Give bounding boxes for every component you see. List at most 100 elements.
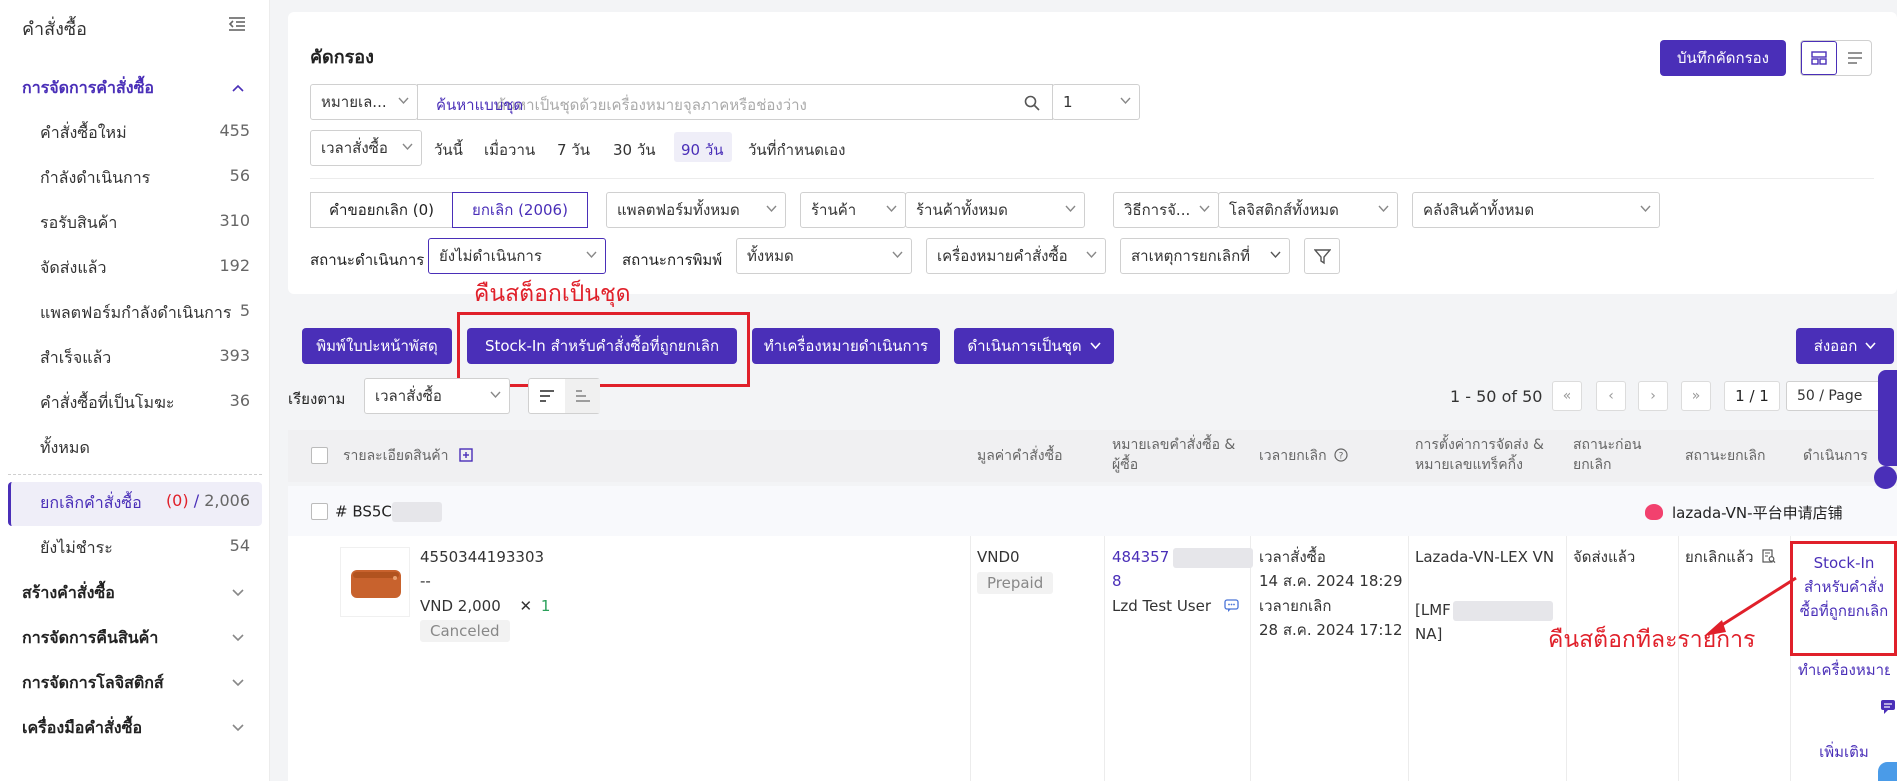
mark-processed-button[interactable]: ทำเครื่องหมายดำเนินการ xyxy=(752,328,940,364)
assistant-icon[interactable] xyxy=(1878,762,1897,781)
time-type-select[interactable]: เวลาสั่งซื้อ xyxy=(310,130,422,166)
order-mark-select[interactable]: เครื่องหมายคำสั่งซื้อ xyxy=(926,238,1106,274)
buyer-name: Lzd Test User xyxy=(1112,594,1239,618)
time-option-7-days[interactable]: 7 วัน xyxy=(557,138,590,162)
sidebar-section-order-tools[interactable]: เครื่องมือคำสั่งซื้อ xyxy=(22,716,142,741)
sidebar-item-shipped[interactable]: จัดส่งแล้ว 192 xyxy=(40,256,250,281)
sidebar-item-label: ยังไม่ชำระ xyxy=(40,538,113,557)
sidebar-item-completed[interactable]: สำเร็จแล้ว 393 xyxy=(40,346,250,371)
sidebar-item-cancel-orders[interactable]: ยกเลิกคำสั่งซื้อ (0) / 2,006 xyxy=(40,491,250,516)
prev-page-button[interactable]: ‹ xyxy=(1596,381,1626,411)
sidebar-item-processing[interactable]: กำลังดำเนินการ 56 xyxy=(40,166,250,191)
sidebar-item-count: 393 xyxy=(219,346,250,365)
sidebar-item-count: 192 xyxy=(219,256,250,275)
help-icon[interactable]: ? xyxy=(1334,448,1348,462)
sidebar-item-platform-processing[interactable]: แพลตฟอร์มกำลังดำเนินการ 5 xyxy=(40,301,250,326)
order-number-suffix[interactable]: 8 xyxy=(1112,569,1122,593)
sidebar-item-label: ยกเลิกคำสั่งซื้อ xyxy=(40,493,142,512)
sidebar-item-all[interactable]: ทั้งหมด xyxy=(40,436,250,461)
expand-plus-icon[interactable] xyxy=(459,448,473,462)
time-option-30-days[interactable]: 30 วัน xyxy=(613,138,656,162)
chevron-up-icon[interactable] xyxy=(232,84,244,92)
batch-search-link[interactable]: ค้นหาแบบชุด xyxy=(436,93,523,117)
order-number-link[interactable]: 484357 xyxy=(1112,545,1254,569)
page-indicator[interactable]: 1 / 1 xyxy=(1724,381,1780,411)
last-page-button[interactable]: » xyxy=(1681,381,1711,411)
export-button[interactable]: ส่งออก xyxy=(1796,328,1894,364)
sidebar-section-logistics[interactable]: การจัดการโลจิสติกส์ xyxy=(22,671,164,696)
lazada-logo-icon xyxy=(1645,504,1663,520)
view-toggle xyxy=(1800,40,1872,76)
advanced-filter-button[interactable] xyxy=(1304,238,1340,274)
chat-bubble-icon[interactable] xyxy=(1874,466,1897,489)
search-type-select[interactable]: หมายเล... xyxy=(310,84,418,120)
sidebar-item-label: คำสั่งซื้อใหม่ xyxy=(40,123,127,142)
sidebar-item-awaiting-pickup[interactable]: รอรับสินค้า 310 xyxy=(40,211,250,236)
sort-select[interactable]: เวลาสั่งซื้อ xyxy=(364,378,510,414)
sidebar-section-returns[interactable]: การจัดการคืนสินค้า xyxy=(22,626,158,651)
sidebar-section-create-order[interactable]: สร้างคำสั่งซื้อ xyxy=(22,581,115,606)
search-count-select[interactable]: 1 xyxy=(1052,84,1140,120)
sidebar-item-void-orders[interactable]: คำสั่งซื้อที่เป็นโมฆะ 36 xyxy=(40,391,250,416)
funnel-icon xyxy=(1314,249,1331,265)
chat-icon[interactable] xyxy=(1224,599,1239,613)
chevron-down-icon[interactable] xyxy=(232,634,244,642)
print-status-select[interactable]: ทั้งหมด xyxy=(736,238,912,274)
time-option-today[interactable]: วันนี้ xyxy=(434,138,463,162)
header-amount: มูลค่าคำสั่งซื้อ xyxy=(977,448,1063,464)
chevron-down-icon xyxy=(1086,251,1097,259)
platform-select[interactable]: แพลตฟอร์มทั้งหมด xyxy=(606,192,786,228)
row-stock-in-link[interactable]: Stock-In สำหรับคำสั่งซื้อที่ถูกยกเลิก xyxy=(1798,551,1890,623)
sort-descending-icon[interactable] xyxy=(539,389,555,403)
document-search-icon[interactable] xyxy=(1762,549,1776,564)
search-input[interactable]: ค้นหาเป็นชุดด้วยเครื่องหมายจุลภาคหรือช่อ… xyxy=(417,84,1053,120)
row-more-link[interactable]: เพิ่มเติม xyxy=(1798,740,1890,764)
card-view-button[interactable] xyxy=(1801,41,1837,75)
select-all-checkbox[interactable] xyxy=(311,447,328,464)
stock-in-canceled-button[interactable]: Stock-In สำหรับคำสั่งซื้อที่ถูกยกเลิก xyxy=(467,328,737,364)
tab-canceled[interactable]: ยกเลิก (2006) xyxy=(452,192,588,228)
shop-type-select[interactable]: ร้านค้า xyxy=(800,192,906,228)
cancel-reason-select[interactable]: สาเหตุการยกเลิกที่ xyxy=(1120,238,1290,274)
product-sku: 4550344193303 xyxy=(420,548,545,566)
shop-select[interactable]: ร้านค้าทั้งหมด xyxy=(905,192,1085,228)
sidebar-item-count: (0) / 2,006 xyxy=(165,491,250,510)
warehouse-select[interactable]: คลังสินค้าทั้งหมด xyxy=(1412,192,1660,228)
header-action: ดำเนินการ xyxy=(1803,448,1868,464)
chevron-down-icon[interactable] xyxy=(232,589,244,597)
sort-ascending-button[interactable] xyxy=(565,379,600,413)
save-filter-button[interactable]: บันทึกคัดกรอง xyxy=(1660,40,1786,76)
chevron-down-icon[interactable] xyxy=(232,724,244,732)
sidebar-item-unpaid[interactable]: ยังไม่ชำระ 54 xyxy=(40,536,250,561)
sidebar-section-order-management[interactable]: การจัดการคำสั่งซื้อ xyxy=(22,76,154,101)
chevron-down-icon[interactable] xyxy=(232,679,244,687)
row-mark-processed-link[interactable]: ทำเครื่องหมายดำเนินการ xyxy=(1798,658,1890,682)
tab-cancel-request[interactable]: คำขอยกเลิก (0) xyxy=(310,192,452,228)
time-option-yesterday[interactable]: เมื่อวาน xyxy=(484,138,535,162)
package-checkbox[interactable] xyxy=(311,503,328,520)
per-page-select[interactable]: 50 / Page xyxy=(1786,381,1882,411)
shipping-method-select[interactable]: วิธีการจั... xyxy=(1113,192,1219,228)
header-shipping: การตั้งค่าการจัดส่ง & หมายเลขแทร็คกิ้ง xyxy=(1415,437,1544,473)
message-icon[interactable] xyxy=(1879,697,1897,715)
card-layout-icon xyxy=(1811,51,1827,65)
sidebar-item-new-orders[interactable]: คำสั่งซื้อใหม่ 455 xyxy=(40,121,250,146)
next-page-button[interactable]: › xyxy=(1638,381,1668,411)
batch-process-button[interactable]: ดำเนินการเป็นชุด xyxy=(954,328,1114,364)
svg-text:?: ? xyxy=(1339,452,1344,462)
first-page-button[interactable]: « xyxy=(1552,381,1582,411)
feedback-side-tab[interactable] xyxy=(1878,370,1897,466)
time-option-90-days[interactable]: 90 วัน xyxy=(681,138,724,162)
header-cancel-status: สถานะยกเลิก xyxy=(1685,448,1766,464)
product-image[interactable] xyxy=(340,547,410,617)
print-shipping-label-button[interactable]: พิมพ์ใบปะหน้าพัสดุ xyxy=(302,328,452,364)
collapse-sidebar-icon[interactable] xyxy=(228,16,246,32)
time-option-custom[interactable]: วันที่กำหนดเอง xyxy=(748,138,845,162)
process-status-select[interactable]: ยังไม่ดำเนินการ xyxy=(428,238,606,274)
logistics-select[interactable]: โลจิสติกส์ทั้งหมด xyxy=(1218,192,1398,228)
product-variant: -- xyxy=(420,572,431,590)
search-icon[interactable] xyxy=(1024,95,1040,111)
sidebar-divider xyxy=(8,474,262,475)
process-status-label: สถานะดำเนินการ xyxy=(310,251,425,269)
list-view-icon[interactable] xyxy=(1847,51,1863,65)
